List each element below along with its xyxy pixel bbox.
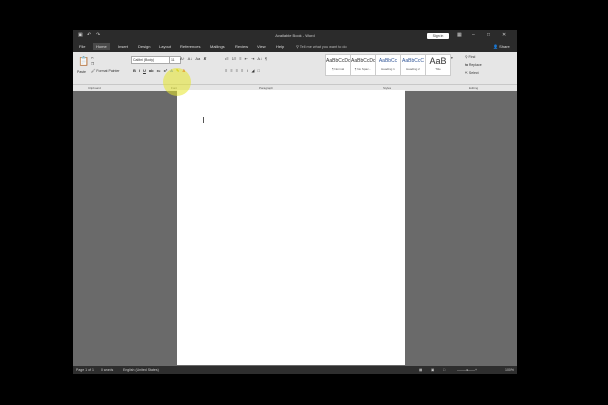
show-marks-icon[interactable]: ¶ (265, 56, 267, 61)
select-label: Select (468, 71, 479, 75)
tab-help[interactable]: Help (276, 44, 284, 49)
styles-scroll-icon[interactable]: ▾ (451, 56, 453, 60)
tab-design[interactable]: Design (138, 44, 150, 49)
sort-icon[interactable]: A↓ (257, 56, 262, 61)
web-layout-icon[interactable]: □ (443, 368, 445, 372)
group-label-clipboard: Clipboard (88, 86, 101, 90)
line-spacing-icon[interactable]: ↕ (246, 68, 248, 73)
tab-mailings[interactable]: Mailings (210, 44, 225, 49)
style-preview: AaBbCcDc (351, 58, 376, 64)
tab-insert[interactable]: Insert (118, 44, 128, 49)
style-name: Title (435, 67, 441, 71)
font-size-controls: A↑ A↓ Aa ✘ (180, 56, 207, 61)
ribbon-display-icon[interactable]: ▦ (457, 32, 462, 38)
style-title[interactable]: AaB Title (425, 54, 451, 76)
replace-label: Replace (468, 63, 482, 67)
decrease-indent-icon[interactable]: ⇤ (245, 56, 248, 61)
style-name: ¶ No Spac... (354, 67, 372, 71)
increase-indent-icon[interactable]: ⇥ (251, 56, 254, 61)
cut-icon[interactable]: ✂ (91, 56, 94, 60)
zoom-slider[interactable]: –——●——+ (457, 368, 477, 372)
paragraph-row-1: •≡ 1≡ ≡ ⇤ ⇥ A↓ ¶ (225, 56, 267, 61)
style-preview: AaBbCcDc (326, 58, 351, 64)
style-heading-2[interactable]: AaBbCcC Heading 2 (400, 54, 426, 76)
bold-icon[interactable]: B (133, 68, 136, 73)
share-label: Share (499, 44, 510, 49)
change-case-icon[interactable]: Aa (195, 56, 200, 61)
maximize-icon[interactable]: □ (487, 32, 490, 38)
strikethrough-icon[interactable]: ab (149, 68, 154, 73)
clipboard-paste-icon[interactable]: 📋 (78, 56, 89, 67)
underline-icon[interactable]: U (143, 68, 146, 73)
tab-file[interactable]: File (79, 44, 85, 49)
find-label: Find (468, 55, 476, 59)
font-name-box[interactable]: Calibri (Body) (131, 56, 170, 64)
select-button[interactable]: ⇱ Select (465, 71, 479, 75)
document-page[interactable] (177, 90, 405, 365)
tab-home[interactable]: Home (93, 43, 110, 50)
format-painter-label: Format Painter (96, 69, 120, 73)
language-indicator[interactable]: English (United States) (123, 368, 159, 372)
tab-view[interactable]: View (257, 44, 266, 49)
share-button[interactable]: 👤 Share (493, 44, 510, 49)
sign-in-button[interactable]: Sign in (427, 33, 449, 39)
align-center-icon[interactable]: ≡ (230, 68, 232, 73)
format-painter-button[interactable]: 🖌 Format Painter (91, 69, 120, 73)
tab-review[interactable]: Review (235, 44, 248, 49)
style-normal[interactable]: AaBbCcDc ¶ Normal (325, 54, 351, 76)
word-window: ▣ ↶ ↷ Available Book - Word Sign in ▦ – … (73, 30, 517, 374)
tell-me-placeholder: Tell me what you want to do (299, 45, 347, 49)
shrink-font-icon[interactable]: A↓ (188, 56, 193, 61)
tab-references[interactable]: References (180, 44, 200, 49)
close-icon[interactable]: ✕ (502, 32, 506, 38)
style-no-spacing[interactable]: AaBbCcDc ¶ No Spac... (350, 54, 376, 76)
ribbon-tabs: File Home Insert Design Layout Reference… (73, 42, 517, 52)
borders-icon[interactable]: □ (257, 68, 259, 73)
shading-icon[interactable]: ◢ (251, 68, 254, 73)
title-bar: ▣ ↶ ↷ Available Book - Word Sign in ▦ – … (73, 30, 517, 42)
clear-formatting-icon[interactable]: ✘ (203, 56, 206, 61)
group-label-editing: Editing (469, 86, 479, 90)
ribbon-home: 📋 Paste ✂ ❐ 🖌 Format Painter Calibri (Bo… (73, 52, 517, 84)
find-button[interactable]: ⚲ Find (465, 55, 475, 59)
align-right-icon[interactable]: ≡ (236, 68, 238, 73)
status-bar: Page 1 of 1 0 words English (United Stat… (73, 366, 517, 374)
grow-font-icon[interactable]: A↑ (180, 56, 185, 61)
paste-label[interactable]: Paste (77, 70, 86, 74)
tell-me-search[interactable]: ⚲ Tell me what you want to do (296, 44, 347, 49)
read-mode-icon[interactable]: ▦ (419, 368, 422, 372)
page-count[interactable]: Page 1 of 1 (76, 368, 94, 372)
minimize-icon[interactable]: – (472, 32, 475, 38)
copy-icon[interactable]: ❐ (91, 62, 94, 66)
style-heading-1[interactable]: AaBbCc Heading 1 (375, 54, 401, 76)
text-cursor (203, 117, 204, 123)
tab-layout[interactable]: Layout (159, 44, 171, 49)
style-preview: AaBbCc (378, 58, 398, 64)
justify-icon[interactable]: ≡ (241, 68, 243, 73)
style-name: Heading 1 (381, 67, 395, 71)
zoom-level[interactable]: 100% (505, 368, 514, 372)
style-name: ¶ Normal (331, 67, 345, 71)
align-left-icon[interactable]: ≡ (225, 68, 227, 73)
style-preview: AaBbCcC (402, 58, 424, 64)
style-name: Heading 2 (406, 67, 420, 71)
replace-button[interactable]: ⇆ Replace (465, 63, 482, 67)
paragraph-row-2: ≡ ≡ ≡ ≡ ↕ ◢ □ (225, 68, 260, 73)
multilevel-list-icon[interactable]: ≡ (239, 56, 241, 61)
print-layout-icon[interactable]: ▣ (431, 368, 434, 372)
word-count[interactable]: 0 words (101, 368, 113, 372)
style-preview: AaB (429, 56, 447, 66)
click-highlight (163, 68, 191, 96)
numbering-icon[interactable]: 1≡ (232, 56, 237, 61)
italic-icon[interactable]: I (139, 68, 140, 73)
bullets-icon[interactable]: •≡ (225, 56, 229, 61)
subscript-icon[interactable]: x₂ (157, 68, 161, 73)
window-title: Available Book - Word (275, 33, 315, 38)
